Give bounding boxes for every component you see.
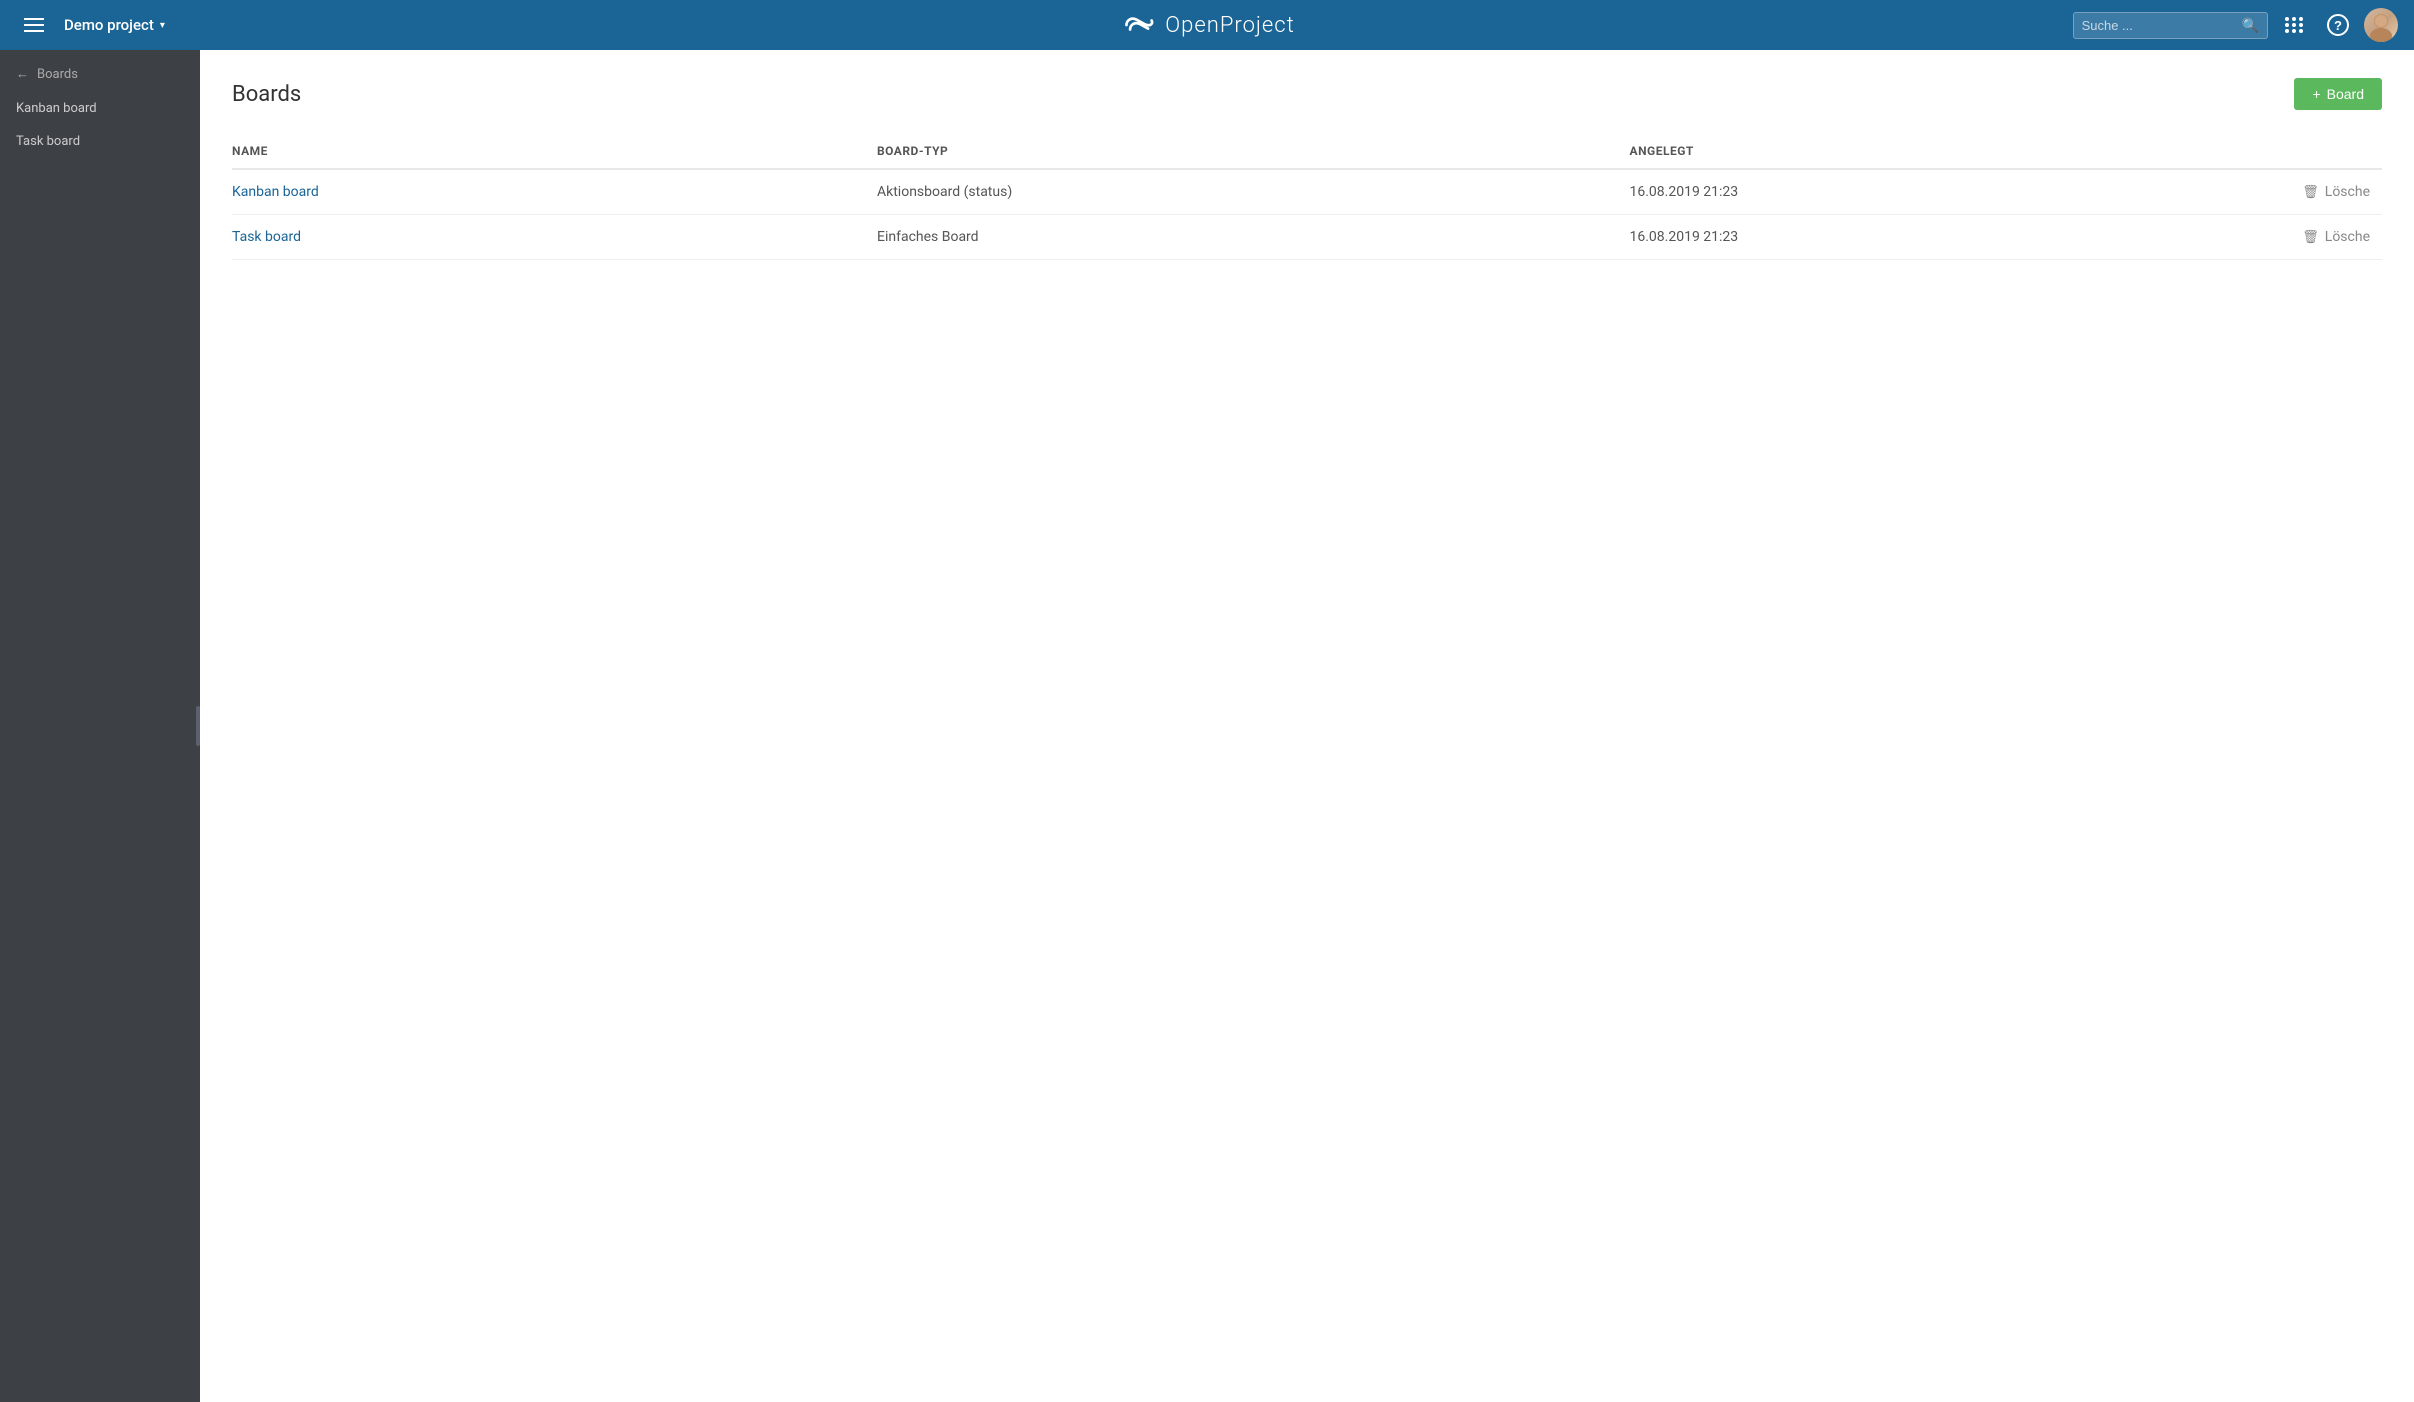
sidebar-item-kanban-board[interactable]: Kanban board (0, 92, 200, 125)
trash-icon: 🗑 (2302, 230, 2319, 245)
app-logo: OpenProject (1119, 13, 1294, 38)
task-board-link[interactable]: Task board (232, 229, 301, 245)
grid-menu-button[interactable] (2276, 7, 2312, 43)
chevron-down-icon: ▾ (160, 20, 165, 31)
app-name-label: OpenProject (1165, 13, 1294, 38)
plus-icon: + (2312, 86, 2320, 102)
search-box: 🔍 (2073, 12, 2268, 39)
avatar-person-icon (2364, 8, 2398, 42)
back-arrow-icon: ← (16, 66, 29, 82)
sidebar: ← Boards Kanban board Task board (0, 50, 200, 1402)
project-name-label: Demo project (64, 16, 154, 34)
user-avatar[interactable] (2364, 8, 2398, 42)
question-mark-icon: ? (2327, 14, 2349, 36)
board-actions-cell: 🗑 Lösche (2167, 215, 2382, 260)
table-body: Kanban board Aktionsboard (status) 16.08… (232, 169, 2382, 260)
add-board-label: Board (2327, 86, 2364, 102)
hamburger-menu-button[interactable] (16, 14, 52, 36)
sidebar-item-label: Task board (16, 134, 80, 149)
avatar-image (2364, 8, 2398, 42)
main-content: Boards + Board NAME BOARD-TYP ANGELEGT K… (200, 50, 2414, 1402)
sidebar-item-task-board[interactable]: Task board (0, 125, 200, 158)
delete-kanban-button[interactable]: 🗑 Lösche (2167, 184, 2370, 200)
nav-right-area: 🔍 ? (2073, 7, 2398, 43)
column-header-name: NAME (232, 134, 877, 169)
add-board-button[interactable]: + Board (2294, 78, 2382, 110)
page-title: Boards (232, 82, 301, 107)
grid-dots-icon (2285, 17, 2304, 33)
page-header: Boards + Board (232, 78, 2382, 110)
sidebar-item-label: Kanban board (16, 101, 97, 116)
board-name-cell: Task board (232, 215, 877, 260)
table-header: NAME BOARD-TYP ANGELEGT (232, 134, 2382, 169)
board-type-cell: Aktionsboard (status) (877, 169, 1630, 215)
main-layout: ← Boards Kanban board Task board Boards … (0, 50, 2414, 1402)
search-input[interactable] (2082, 18, 2242, 33)
board-created-cell: 16.08.2019 21:23 (1630, 169, 2168, 215)
table-row: Task board Einfaches Board 16.08.2019 21… (232, 215, 2382, 260)
openproject-logo-icon (1119, 13, 1155, 37)
sidebar-section-title: Boards (37, 67, 78, 82)
column-header-created: ANGELEGT (1630, 134, 2168, 169)
table-row: Kanban board Aktionsboard (status) 16.08… (232, 169, 2382, 215)
column-header-type: BOARD-TYP (877, 134, 1630, 169)
sidebar-back-button[interactable]: ← Boards (0, 50, 200, 92)
board-actions-cell: 🗑 Lösche (2167, 169, 2382, 215)
kanban-board-link[interactable]: Kanban board (232, 184, 319, 200)
help-button[interactable]: ? (2320, 7, 2356, 43)
project-selector[interactable]: Demo project ▾ (64, 16, 165, 34)
board-type-cell: Einfaches Board (877, 215, 1630, 260)
delete-task-button[interactable]: 🗑 Lösche (2167, 229, 2370, 245)
delete-label: Lösche (2325, 184, 2370, 200)
search-button[interactable]: 🔍 (2242, 17, 2259, 34)
board-name-cell: Kanban board (232, 169, 877, 215)
top-navigation: Demo project ▾ OpenProject 🔍 ? (0, 0, 2414, 50)
board-created-cell: 16.08.2019 21:23 (1630, 215, 2168, 260)
delete-label: Lösche (2325, 229, 2370, 245)
trash-icon: 🗑 (2302, 185, 2319, 200)
column-header-actions (2167, 134, 2382, 169)
sidebar-resize-handle[interactable] (196, 706, 200, 746)
boards-table: NAME BOARD-TYP ANGELEGT Kanban board Akt… (232, 134, 2382, 260)
